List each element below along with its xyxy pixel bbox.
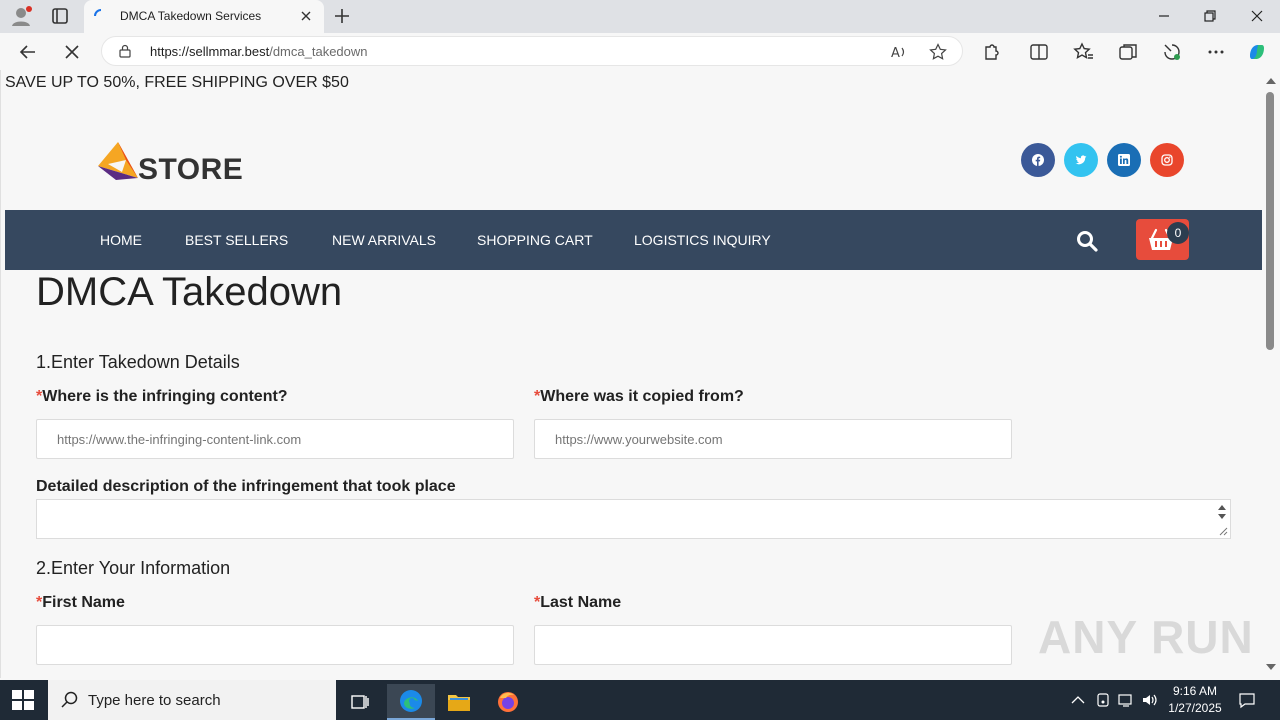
new-tab-icon[interactable] bbox=[332, 6, 352, 26]
copied-from-input[interactable] bbox=[534, 419, 1012, 459]
store-logo-text[interactable]: STORE bbox=[138, 153, 243, 187]
extensions-icon[interactable] bbox=[980, 41, 1002, 63]
scroll-up-icon[interactable] bbox=[1266, 76, 1276, 84]
taskbar-search-placeholder: Type here to search bbox=[88, 692, 221, 709]
loading-spinner-icon bbox=[94, 9, 102, 17]
active-tab[interactable]: DMCA Takedown Services bbox=[84, 0, 324, 33]
restore-icon[interactable] bbox=[1200, 6, 1220, 26]
tab-title: DMCA Takedown Services bbox=[120, 9, 262, 23]
favorites-icon[interactable] bbox=[1072, 41, 1094, 63]
twitter-button[interactable] bbox=[1064, 143, 1098, 177]
address-bar[interactable]: https://sellmmar.best/dmca_takedown A bbox=[101, 36, 963, 66]
nav-logistics-inquiry[interactable]: LOGISTICS INQUIRY bbox=[634, 232, 771, 248]
spinner-arrows-icon[interactable] bbox=[1217, 503, 1227, 521]
instagram-button[interactable] bbox=[1150, 143, 1184, 177]
nav-shopping-cart[interactable]: SHOPPING CART bbox=[477, 232, 593, 248]
first-name-label-text: First Name bbox=[42, 594, 125, 611]
minimize-icon[interactable] bbox=[1154, 6, 1174, 26]
page-scrollbar[interactable] bbox=[1262, 70, 1280, 678]
chevron-up-icon[interactable] bbox=[1069, 691, 1087, 709]
task-view-icon bbox=[351, 695, 369, 709]
page-title: DMCA Takedown bbox=[36, 270, 343, 314]
section-takedown-details: 1.Enter Takedown Details bbox=[36, 352, 240, 372]
file-explorer-taskbar-button[interactable] bbox=[435, 684, 483, 720]
facebook-icon bbox=[1032, 154, 1044, 166]
more-menu-icon[interactable] bbox=[1205, 41, 1227, 63]
scrollbar-thumb[interactable] bbox=[1266, 92, 1274, 350]
anyrun-watermark: ANY RUN bbox=[1038, 611, 1254, 663]
volume-icon[interactable] bbox=[1141, 691, 1159, 709]
linkedin-icon bbox=[1118, 154, 1130, 166]
resize-handle-icon[interactable] bbox=[1218, 526, 1228, 536]
clock-date: 1/27/2025 bbox=[1168, 701, 1222, 715]
profile-icon[interactable] bbox=[10, 5, 32, 27]
description-textarea[interactable] bbox=[36, 499, 1231, 539]
svg-text:A: A bbox=[891, 46, 900, 61]
page-viewport: SAVE UP TO 50%, FREE SHIPPING OVER $50 S… bbox=[0, 70, 1262, 678]
nav-best-sellers[interactable]: BEST SELLERS bbox=[185, 232, 288, 248]
clock-time: 9:16 AM bbox=[1172, 684, 1218, 698]
last-name-input[interactable] bbox=[534, 625, 1012, 665]
browser-essentials-icon[interactable] bbox=[1161, 41, 1183, 63]
taskbar-clock[interactable]: 9:16 AM 1/27/2025 bbox=[1162, 683, 1228, 717]
description-label: Detailed description of the infringement… bbox=[36, 478, 456, 495]
windows-taskbar: Type here to search 9:16 AM 1/27/2025 bbox=[0, 680, 1280, 720]
twitter-icon bbox=[1075, 155, 1087, 165]
task-view-button[interactable] bbox=[336, 684, 384, 720]
copilot-icon[interactable] bbox=[1246, 41, 1268, 63]
promo-banner: SAVE UP TO 50%, FREE SHIPPING OVER $50 bbox=[5, 74, 349, 91]
section-your-information: 2.Enter Your Information bbox=[36, 558, 231, 578]
url-text[interactable]: https://sellmmar.best/dmca_takedown bbox=[150, 44, 368, 59]
back-icon[interactable] bbox=[17, 41, 39, 63]
tab-actions-icon[interactable] bbox=[50, 6, 70, 26]
edge-icon bbox=[400, 690, 422, 712]
folder-icon bbox=[448, 695, 470, 711]
firefox-taskbar-button[interactable] bbox=[484, 684, 532, 720]
infringing-content-label: *Where is the infringing content? bbox=[36, 388, 288, 406]
first-name-input[interactable] bbox=[36, 625, 514, 665]
infringing-content-label-text: Where is the infringing content? bbox=[42, 388, 288, 405]
search-icon bbox=[61, 691, 78, 708]
main-navbar: HOME BEST SELLERS NEW ARRIVALS SHOPPING … bbox=[5, 210, 1262, 270]
nav-new-arrivals[interactable]: NEW ARRIVALS bbox=[332, 232, 436, 248]
firefox-icon bbox=[498, 692, 518, 712]
cart-count-badge: 0 bbox=[1167, 222, 1189, 244]
nav-home[interactable]: HOME bbox=[100, 232, 142, 248]
lock-icon[interactable] bbox=[118, 44, 132, 58]
collections-icon[interactable] bbox=[1117, 41, 1139, 63]
search-icon[interactable] bbox=[1076, 230, 1098, 252]
split-screen-icon[interactable] bbox=[1028, 41, 1050, 63]
first-name-label: *First Name bbox=[36, 594, 125, 612]
instagram-icon bbox=[1161, 154, 1173, 166]
url-host: https://sellmmar.best bbox=[150, 44, 270, 59]
copied-from-label: *Where was it copied from? bbox=[534, 388, 744, 406]
favorite-star-icon[interactable] bbox=[929, 43, 947, 61]
network-icon[interactable] bbox=[1117, 691, 1135, 709]
notifications-icon[interactable] bbox=[1238, 691, 1256, 709]
stop-loading-icon[interactable] bbox=[61, 41, 83, 63]
copied-from-label-text: Where was it copied from? bbox=[540, 388, 744, 405]
taskbar-search[interactable]: Type here to search bbox=[48, 680, 336, 720]
scroll-down-icon[interactable] bbox=[1266, 664, 1276, 672]
last-name-label: *Last Name bbox=[534, 594, 621, 612]
windows-start-icon[interactable] bbox=[12, 690, 34, 710]
browser-toolbar: https://sellmmar.best/dmca_takedown A bbox=[0, 33, 1280, 70]
infringing-content-input[interactable] bbox=[36, 419, 514, 459]
read-aloud-icon[interactable]: A bbox=[890, 43, 908, 61]
device-icon[interactable] bbox=[1094, 691, 1112, 709]
linkedin-button[interactable] bbox=[1107, 143, 1141, 177]
url-path: /dmca_takedown bbox=[269, 44, 368, 59]
facebook-button[interactable] bbox=[1021, 143, 1055, 177]
last-name-label-text: Last Name bbox=[540, 594, 622, 611]
close-window-icon[interactable] bbox=[1247, 6, 1267, 26]
close-tab-icon[interactable] bbox=[298, 8, 314, 24]
browser-tab-bar: DMCA Takedown Services bbox=[0, 0, 1280, 33]
edge-taskbar-button[interactable] bbox=[387, 684, 435, 720]
